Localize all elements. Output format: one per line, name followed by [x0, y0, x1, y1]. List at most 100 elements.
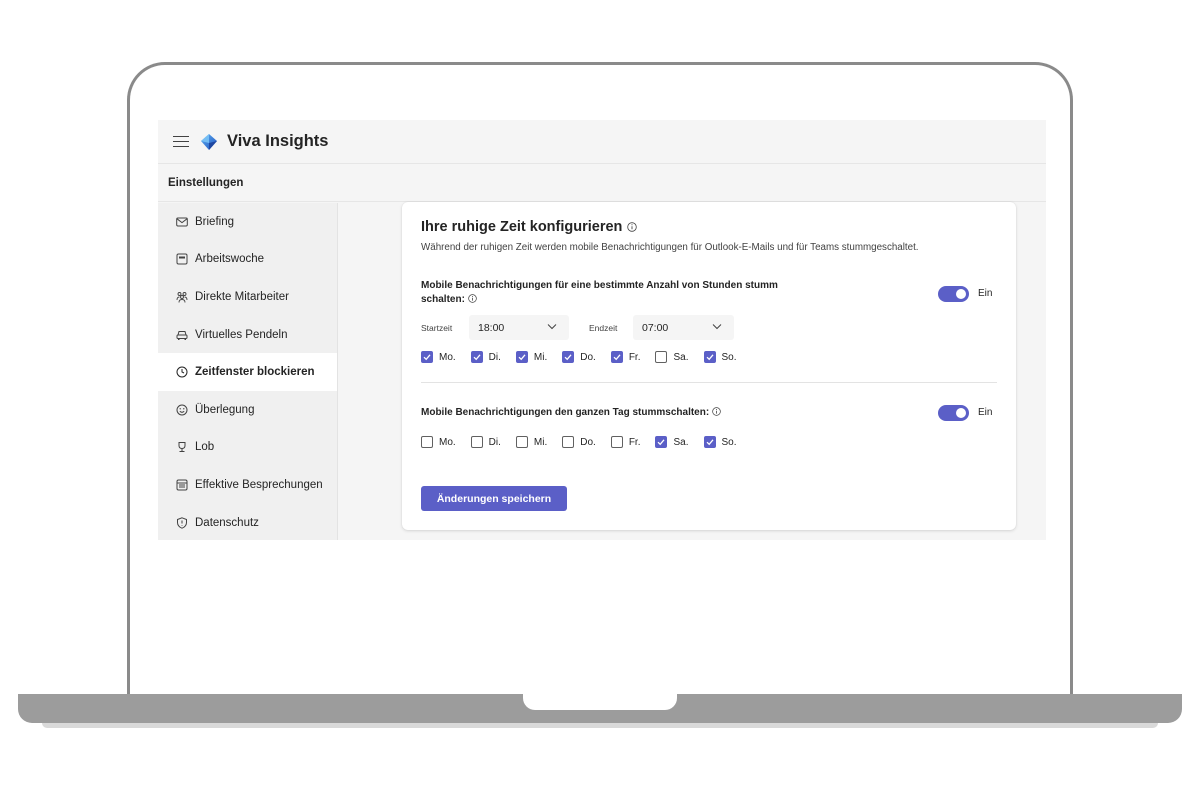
start-time-label: Startzeit	[421, 323, 453, 333]
section2-days: Mo. Di. Mi. Do. Fr. Sa. So.	[421, 436, 752, 448]
end-time-value: 07:00	[642, 321, 669, 334]
day-checkbox-mo[interactable]: Mo.	[421, 436, 456, 448]
checkmark-icon	[706, 354, 713, 361]
sidebar-item-effektive-besprechungen[interactable]: Effektive Besprechungen	[158, 466, 337, 504]
start-time-dropdown[interactable]: 18:00	[469, 315, 569, 340]
laptop-base-shadow	[42, 723, 1158, 728]
sidebar-item-arbeitswoche[interactable]: Arbeitswoche	[158, 241, 337, 279]
checkbox[interactable]	[562, 436, 575, 448]
day-label: So.	[721, 436, 737, 448]
section2-toggle[interactable]	[938, 405, 969, 421]
sidebar-item-ueberlegung[interactable]: Überlegung	[158, 391, 337, 429]
hamburger-menu-icon[interactable]	[173, 135, 189, 148]
day-label: Di.	[488, 436, 501, 448]
section1-toggle-label: Ein	[978, 288, 993, 299]
checkbox[interactable]	[562, 351, 575, 363]
quiet-time-card: Ihre ruhige Zeit konfigurieren Während d…	[402, 202, 1016, 530]
day-checkbox-do[interactable]: Do.	[562, 351, 596, 363]
info-icon[interactable]	[627, 222, 638, 232]
checkmark-icon	[518, 354, 526, 361]
checkbox[interactable]	[655, 351, 668, 363]
sidebar-item-datenschutz[interactable]: Datenschutz	[158, 504, 337, 540]
sidebar-item-label: Lob	[195, 441, 215, 454]
sidebar-item-label: Briefing	[195, 215, 234, 228]
mail-icon	[176, 217, 188, 227]
checkbox[interactable]	[610, 436, 623, 448]
viva-insights-logo	[201, 133, 217, 150]
page-title: Einstellungen	[158, 165, 1046, 202]
checkmark-icon	[564, 354, 572, 361]
checkbox[interactable]	[655, 436, 668, 448]
chevron-down-icon	[712, 324, 722, 330]
sidebar-item-virtuelles-pendeln[interactable]: Virtuelles Pendeln	[158, 316, 337, 354]
app-title: Viva Insights	[227, 132, 329, 150]
start-time-value: 18:00	[478, 321, 505, 334]
sidebar-item-label: Effektive Besprechungen	[195, 478, 323, 491]
day-label: Do.	[580, 436, 596, 448]
day-label: Mi.	[533, 351, 548, 363]
day-checkbox-sa[interactable]: Sa.	[655, 436, 689, 448]
day-label: Do.	[580, 351, 596, 363]
section2-toggle-label: Ein	[978, 407, 993, 418]
checkbox[interactable]	[515, 351, 528, 363]
day-checkbox-di[interactable]: Di.	[470, 351, 501, 363]
day-checkbox-fr[interactable]: Fr.	[610, 351, 641, 363]
checkbox[interactable]	[421, 436, 433, 448]
day-checkbox-mo[interactable]: Mo.	[421, 351, 456, 363]
day-label: Mo.	[439, 436, 456, 448]
section1-title-line2-row: schalten:	[421, 293, 778, 307]
end-time-dropdown[interactable]: 07:00	[633, 315, 734, 340]
day-checkbox-so[interactable]: So.	[703, 351, 737, 363]
section1-title-line1: Mobile Benachrichtigungen für eine besti…	[421, 280, 778, 291]
laptop-notch	[523, 694, 677, 710]
day-label: Sa.	[673, 351, 689, 363]
sidebar-item-label: Datenschutz	[195, 516, 259, 529]
meeting-icon	[176, 479, 188, 491]
checkmark-icon	[706, 439, 713, 446]
clock-icon	[176, 366, 188, 378]
checkbox[interactable]	[421, 351, 433, 363]
sidebar-item-label: Direkte Mitarbeiter	[195, 290, 289, 303]
section1-title-line2: schalten:	[421, 294, 465, 305]
card-title: Ihre ruhige Zeit konfigurieren	[421, 219, 638, 235]
checkmark-icon	[423, 354, 431, 361]
end-time-label: Endzeit	[589, 323, 618, 333]
day-label: Sa.	[673, 436, 689, 448]
section2-title: Mobile Benachrichtigungen den ganzen Tag…	[421, 406, 721, 420]
day-label: Fr.	[628, 351, 641, 363]
calendar-icon	[176, 253, 188, 265]
day-checkbox-di[interactable]: Di.	[470, 436, 501, 448]
checkbox[interactable]	[470, 436, 483, 448]
day-checkbox-do[interactable]: Do.	[562, 436, 596, 448]
people-icon	[176, 292, 188, 303]
sidebar-item-label: Virtuelles Pendeln	[195, 328, 288, 341]
day-label: Di.	[488, 351, 501, 363]
sidebar-item-zeitfenster-blockieren[interactable]: Zeitfenster blockieren	[158, 353, 337, 391]
sidebar-item-direkte-mitarbeiter[interactable]: Direkte Mitarbeiter	[158, 278, 337, 316]
sidebar-item-label: Arbeitswoche	[195, 253, 265, 266]
section1-toggle[interactable]	[938, 286, 969, 302]
info-icon[interactable]	[468, 294, 477, 303]
day-checkbox-mi[interactable]: Mi.	[515, 436, 547, 448]
sidebar-item-label: Zeitfenster blockieren	[195, 366, 315, 379]
day-checkbox-sa[interactable]: Sa.	[655, 351, 689, 363]
day-checkbox-so[interactable]: So.	[703, 436, 737, 448]
card-subtitle: Während der ruhigen Zeit werden mobile B…	[421, 242, 919, 253]
sidebar-item-lob[interactable]: Lob	[158, 429, 337, 467]
sidebar-item-briefing[interactable]: Briefing	[158, 203, 337, 241]
divider	[421, 382, 997, 383]
day-checkbox-mi[interactable]: Mi.	[515, 351, 548, 363]
checkbox[interactable]	[703, 351, 716, 363]
sidebar-item-label: Überlegung	[195, 403, 255, 416]
chevron-down-icon	[547, 324, 557, 330]
save-changes-button[interactable]: Änderungen speichern	[421, 486, 567, 511]
sidebar: Briefing Arbeitswoche Direkte Mitarbeite…	[158, 203, 338, 540]
checkbox[interactable]	[703, 436, 716, 448]
checkbox[interactable]	[470, 351, 483, 363]
smile-icon	[176, 404, 188, 416]
checkmark-icon	[473, 354, 481, 361]
checkbox[interactable]	[610, 351, 623, 363]
info-icon[interactable]	[712, 407, 721, 416]
checkbox[interactable]	[515, 436, 528, 448]
day-checkbox-fr[interactable]: Fr.	[610, 436, 640, 448]
